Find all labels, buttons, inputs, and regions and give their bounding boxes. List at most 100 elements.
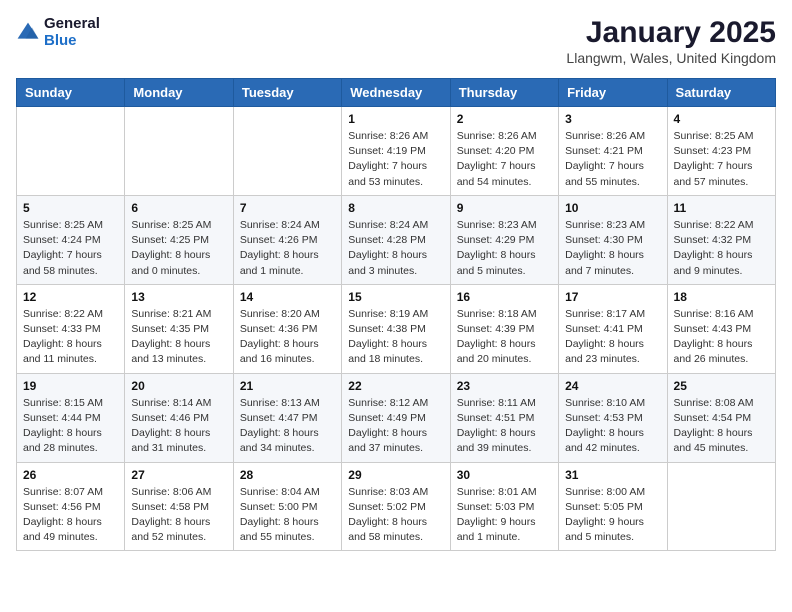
calendar-cell: 5Sunrise: 8:25 AM Sunset: 4:24 PM Daylig… — [17, 195, 125, 284]
calendar-cell: 31 Sunrise: 8:00 AM Sunset: 5:05 PM Dayli… — [559, 462, 667, 551]
calendar-table: SundayMondayTuesdayWednesdayThursdayFrid… — [16, 78, 776, 551]
calendar-week-row: 1Sunrise: 8:26 AM Sunset: 4:19 PM Daylig… — [17, 107, 776, 196]
day-number: 27 — [131, 468, 226, 482]
logo-general: General — [44, 16, 100, 33]
day-number: 8 — [348, 201, 443, 215]
day-info: Sunrise: 8:15 AM Sunset: 4:44 PM Dayligh… — [23, 396, 118, 457]
day-info: Sunrise: 8:10 AM Sunset: 4:53 PM Dayligh… — [565, 396, 660, 457]
month-year: January 2025 — [566, 16, 776, 50]
calendar-cell: 27 Sunrise: 8:06 AM Sunset: 4:58 PM Dayli… — [125, 462, 233, 551]
calendar-cell: 3 Sunrise: 8:26 AM Sunset: 4:21 PM Daylig… — [559, 107, 667, 196]
day-number: 26 — [23, 468, 118, 482]
calendar-week-row: 12 Sunrise: 8:22 AM Sunset: 4:33 PM Dayli… — [17, 284, 776, 373]
day-info: Sunrise: 8:23 AM Sunset: 4:30 PM Dayligh… — [565, 218, 660, 279]
calendar-cell: 6 Sunrise: 8:25 AM Sunset: 4:25 PM Daylig… — [125, 195, 233, 284]
calendar-cell: 23Sunrise: 8:11 AM Sunset: 4:51 PM Dayli… — [450, 373, 558, 462]
day-info: Sunrise: 8:23 AM Sunset: 4:29 PM Dayligh… — [457, 218, 552, 279]
day-number: 2 — [457, 112, 552, 126]
day-number: 4 — [674, 112, 769, 126]
title-block: January 2025 Llangwm, Wales, United King… — [566, 16, 776, 66]
calendar-cell: 8 Sunrise: 8:24 AM Sunset: 4:28 PM Daylig… — [342, 195, 450, 284]
day-info: Sunrise: 8:21 AM Sunset: 4:35 PM Dayligh… — [131, 307, 226, 368]
calendar-cell: 19Sunrise: 8:15 AM Sunset: 4:44 PM Dayli… — [17, 373, 125, 462]
day-info: Sunrise: 8:16 AM Sunset: 4:43 PM Dayligh… — [674, 307, 769, 368]
day-info: Sunrise: 8:26 AM Sunset: 4:19 PM Dayligh… — [348, 129, 443, 190]
day-number: 25 — [674, 379, 769, 393]
weekday-header: Thursday — [450, 79, 558, 107]
calendar-cell: 26 Sunrise: 8:07 AM Sunset: 4:56 PM Dayli… — [17, 462, 125, 551]
calendar-cell: 30Sunrise: 8:01 AM Sunset: 5:03 PM Dayli… — [450, 462, 558, 551]
weekday-header: Sunday — [17, 79, 125, 107]
day-info: Sunrise: 8:25 AM Sunset: 4:24 PM Dayligh… — [23, 218, 118, 279]
calendar-header-row: SundayMondayTuesdayWednesdayThursdayFrid… — [17, 79, 776, 107]
day-info: Sunrise: 8:25 AM Sunset: 4:23 PM Dayligh… — [674, 129, 769, 190]
calendar-cell: 13 Sunrise: 8:21 AM Sunset: 4:35 PM Dayli… — [125, 284, 233, 373]
logo-blue: Blue — [44, 33, 100, 50]
calendar-cell: 21Sunrise: 8:13 AM Sunset: 4:47 PM Dayli… — [233, 373, 341, 462]
weekday-header: Monday — [125, 79, 233, 107]
day-number: 30 — [457, 468, 552, 482]
logo-text: General Blue — [44, 16, 100, 49]
day-info: Sunrise: 8:18 AM Sunset: 4:39 PM Dayligh… — [457, 307, 552, 368]
calendar-cell: 14Sunrise: 8:20 AM Sunset: 4:36 PM Dayli… — [233, 284, 341, 373]
weekday-header: Tuesday — [233, 79, 341, 107]
day-info: Sunrise: 8:26 AM Sunset: 4:21 PM Dayligh… — [565, 129, 660, 190]
calendar-cell: 25 Sunrise: 8:08 AM Sunset: 4:54 PM Dayli… — [667, 373, 775, 462]
day-info: Sunrise: 8:07 AM Sunset: 4:56 PM Dayligh… — [23, 485, 118, 546]
day-info: Sunrise: 8:06 AM Sunset: 4:58 PM Dayligh… — [131, 485, 226, 546]
day-info: Sunrise: 8:03 AM Sunset: 5:02 PM Dayligh… — [348, 485, 443, 546]
weekday-header: Saturday — [667, 79, 775, 107]
calendar-cell — [17, 107, 125, 196]
day-number: 17 — [565, 290, 660, 304]
calendar-cell — [233, 107, 341, 196]
day-number: 10 — [565, 201, 660, 215]
day-info: Sunrise: 8:00 AM Sunset: 5:05 PM Dayligh… — [565, 485, 660, 546]
day-info: Sunrise: 8:24 AM Sunset: 4:28 PM Dayligh… — [348, 218, 443, 279]
calendar-cell: 7Sunrise: 8:24 AM Sunset: 4:26 PM Daylig… — [233, 195, 341, 284]
day-number: 24 — [565, 379, 660, 393]
day-info: Sunrise: 8:25 AM Sunset: 4:25 PM Dayligh… — [131, 218, 226, 279]
day-number: 14 — [240, 290, 335, 304]
calendar-cell — [667, 462, 775, 551]
calendar-cell: 9 Sunrise: 8:23 AM Sunset: 4:29 PM Daylig… — [450, 195, 558, 284]
calendar-cell: 4 Sunrise: 8:25 AM Sunset: 4:23 PM Daylig… — [667, 107, 775, 196]
page-header: General Blue January 2025 Llangwm, Wales… — [16, 16, 776, 66]
calendar-cell: 28Sunrise: 8:04 AM Sunset: 5:00 PM Dayli… — [233, 462, 341, 551]
day-number: 28 — [240, 468, 335, 482]
day-info: Sunrise: 8:26 AM Sunset: 4:20 PM Dayligh… — [457, 129, 552, 190]
day-number: 18 — [674, 290, 769, 304]
day-number: 29 — [348, 468, 443, 482]
logo-icon — [16, 21, 40, 45]
calendar-cell: 10 Sunrise: 8:23 AM Sunset: 4:30 PM Dayli… — [559, 195, 667, 284]
calendar-cell: 24 Sunrise: 8:10 AM Sunset: 4:53 PM Dayli… — [559, 373, 667, 462]
day-number: 11 — [674, 201, 769, 215]
location: Llangwm, Wales, United Kingdom — [566, 50, 776, 66]
day-number: 6 — [131, 201, 226, 215]
day-info: Sunrise: 8:14 AM Sunset: 4:46 PM Dayligh… — [131, 396, 226, 457]
calendar-cell: 17 Sunrise: 8:17 AM Sunset: 4:41 PM Dayli… — [559, 284, 667, 373]
calendar-cell: 20Sunrise: 8:14 AM Sunset: 4:46 PM Dayli… — [125, 373, 233, 462]
day-info: Sunrise: 8:17 AM Sunset: 4:41 PM Dayligh… — [565, 307, 660, 368]
day-number: 31 — [565, 468, 660, 482]
day-info: Sunrise: 8:08 AM Sunset: 4:54 PM Dayligh… — [674, 396, 769, 457]
day-number: 7 — [240, 201, 335, 215]
calendar-cell — [125, 107, 233, 196]
weekday-header: Wednesday — [342, 79, 450, 107]
day-number: 9 — [457, 201, 552, 215]
calendar-cell: 29 Sunrise: 8:03 AM Sunset: 5:02 PM Dayli… — [342, 462, 450, 551]
day-info: Sunrise: 8:13 AM Sunset: 4:47 PM Dayligh… — [240, 396, 335, 457]
calendar-cell: 11Sunrise: 8:22 AM Sunset: 4:32 PM Dayli… — [667, 195, 775, 284]
day-number: 22 — [348, 379, 443, 393]
logo: General Blue — [16, 16, 100, 49]
day-number: 13 — [131, 290, 226, 304]
day-info: Sunrise: 8:19 AM Sunset: 4:38 PM Dayligh… — [348, 307, 443, 368]
day-number: 3 — [565, 112, 660, 126]
calendar-cell: 1Sunrise: 8:26 AM Sunset: 4:19 PM Daylig… — [342, 107, 450, 196]
day-info: Sunrise: 8:22 AM Sunset: 4:33 PM Dayligh… — [23, 307, 118, 368]
day-number: 12 — [23, 290, 118, 304]
calendar-cell: 16 Sunrise: 8:18 AM Sunset: 4:39 PM Dayli… — [450, 284, 558, 373]
day-number: 15 — [348, 290, 443, 304]
calendar-week-row: 5Sunrise: 8:25 AM Sunset: 4:24 PM Daylig… — [17, 195, 776, 284]
calendar-cell: 22Sunrise: 8:12 AM Sunset: 4:49 PM Dayli… — [342, 373, 450, 462]
day-number: 16 — [457, 290, 552, 304]
